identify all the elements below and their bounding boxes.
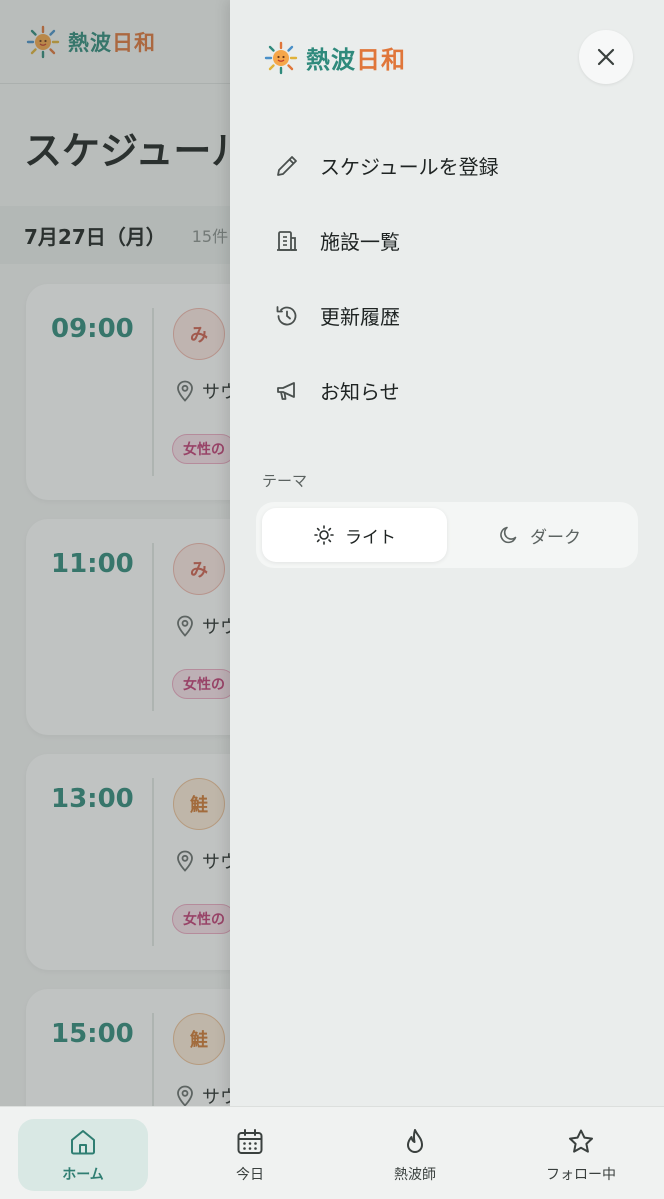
drawer-menu: スケジュールを登録 施設一覧 更新履歴 お知らせ [272, 128, 632, 428]
brand-name-part1: 熱波 [306, 46, 356, 74]
nav-label: フォロー中 [546, 1167, 616, 1183]
building-icon [272, 226, 302, 256]
menu-item-update-history[interactable]: 更新履歴 [272, 278, 632, 353]
menu-item-facilities[interactable]: 施設一覧 [272, 203, 632, 278]
theme-light-button[interactable]: ライト [262, 508, 447, 562]
menu-item-register-schedule[interactable]: スケジュールを登録 [272, 128, 632, 203]
theme-section-label: テーマ [262, 472, 308, 490]
close-drawer-button[interactable] [579, 30, 633, 84]
theme-toggle: ライト ダーク [256, 502, 638, 568]
nav-home[interactable]: ホーム [18, 1119, 148, 1191]
nav-label: ホーム [62, 1167, 104, 1183]
history-icon [272, 301, 302, 331]
close-icon [597, 48, 615, 66]
calendar-icon [235, 1126, 265, 1158]
brand-name: 熱波日和 [306, 40, 406, 75]
menu-item-news[interactable]: お知らせ [272, 353, 632, 428]
menu-item-label: 施設一覧 [320, 230, 400, 254]
pencil-icon [272, 151, 302, 181]
sun-icon [314, 525, 334, 545]
theme-dark-label: ダーク [530, 527, 581, 548]
sun-logo-icon [264, 41, 298, 75]
nav-today[interactable]: 今日 [190, 1119, 310, 1191]
moon-icon [500, 526, 517, 544]
menu-item-label: 更新履歴 [320, 305, 400, 329]
theme-light-label: ライト [345, 527, 396, 548]
nav-following[interactable]: フォロー中 [521, 1119, 641, 1191]
drawer-logo: 熱波日和 [264, 40, 406, 75]
flame-icon [400, 1126, 430, 1158]
megaphone-icon [272, 376, 302, 406]
nav-heat-masters[interactable]: 熱波師 [355, 1119, 475, 1191]
star-icon [566, 1126, 596, 1158]
home-icon [68, 1126, 98, 1158]
brand-name-part2: 日和 [356, 46, 406, 74]
nav-label: 熱波師 [394, 1167, 436, 1183]
menu-item-label: スケジュールを登録 [320, 155, 499, 179]
menu-item-label: お知らせ [320, 380, 400, 404]
bottom-nav: ホーム 今日 熱波師 フォロー中 [0, 1106, 664, 1199]
theme-dark-button[interactable]: ダーク [447, 508, 632, 562]
nav-label: 今日 [236, 1167, 264, 1183]
side-drawer: 熱波日和 スケジュールを登録 施設一覧 更新履歴 お知らせ テーマ ライト ダー… [230, 0, 664, 1106]
